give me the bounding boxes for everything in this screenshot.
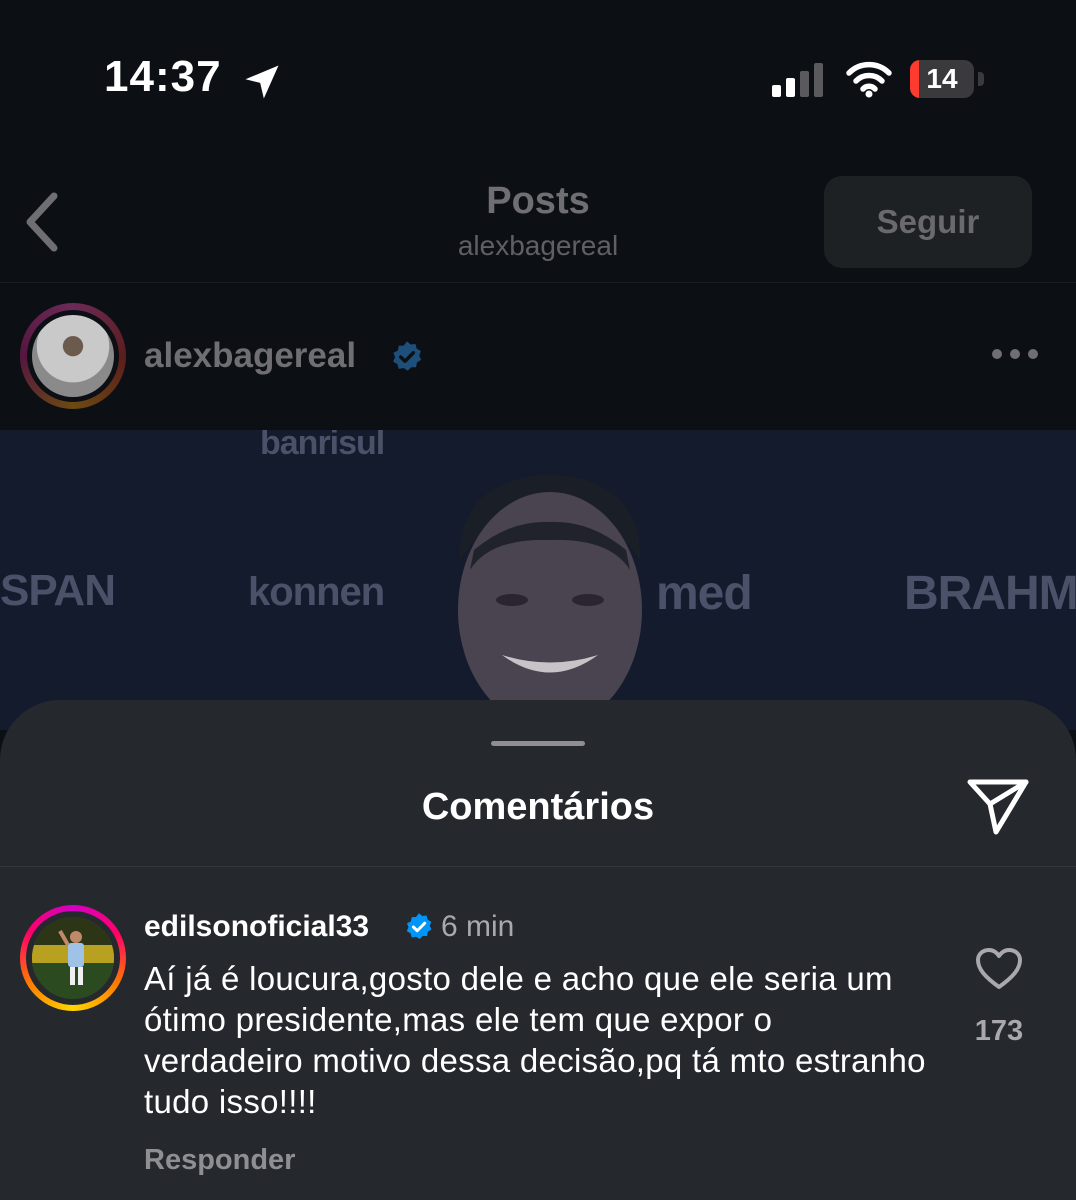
battery-tip bbox=[978, 72, 984, 86]
heart-icon[interactable] bbox=[975, 947, 1023, 991]
like-count: 173 bbox=[974, 1015, 1024, 1047]
image-text-brahma: BRAHMA bbox=[904, 567, 1076, 620]
location-arrow-icon bbox=[245, 65, 279, 99]
author-avatar[interactable] bbox=[20, 303, 126, 409]
battery-level: 14 bbox=[926, 63, 958, 94]
comment-username[interactable]: edilsonoficial33 bbox=[144, 910, 369, 944]
wifi-icon bbox=[846, 61, 892, 98]
comment-text: Aí já é loucura,gosto dele e acho que el… bbox=[144, 960, 926, 1120]
sheet-grabber[interactable] bbox=[491, 741, 585, 746]
battery-icon: 14 bbox=[910, 60, 974, 98]
reply-button[interactable]: Responder bbox=[144, 1144, 295, 1177]
image-text-konnen: konnen bbox=[248, 570, 385, 614]
share-paper-plane-icon[interactable] bbox=[966, 776, 1030, 836]
comments-sheet bbox=[0, 700, 1076, 1200]
follow-button[interactable]: Seguir bbox=[824, 176, 1032, 268]
sheet-divider bbox=[0, 866, 1076, 867]
person-illustration bbox=[458, 474, 642, 730]
comment-time: 6 min bbox=[441, 910, 515, 943]
verified-badge-icon bbox=[406, 913, 432, 939]
image-text-med: med bbox=[656, 567, 753, 620]
header-divider bbox=[0, 282, 1076, 283]
more-options-icon[interactable] bbox=[990, 345, 1040, 363]
comment-avatar[interactable] bbox=[20, 905, 126, 1011]
author-username[interactable]: alexbagereal bbox=[144, 336, 356, 376]
sheet-title: Comentários bbox=[421, 786, 655, 828]
status-time: 14:37 bbox=[104, 52, 222, 101]
signal-icon bbox=[772, 63, 823, 97]
verified-badge-icon bbox=[393, 341, 422, 371]
image-text-span: SPAN bbox=[0, 566, 116, 615]
post-image[interactable]: banrisul SPAN konnen med BRAHMA bbox=[0, 430, 1076, 730]
image-text-banrisul: banrisul bbox=[260, 430, 385, 462]
